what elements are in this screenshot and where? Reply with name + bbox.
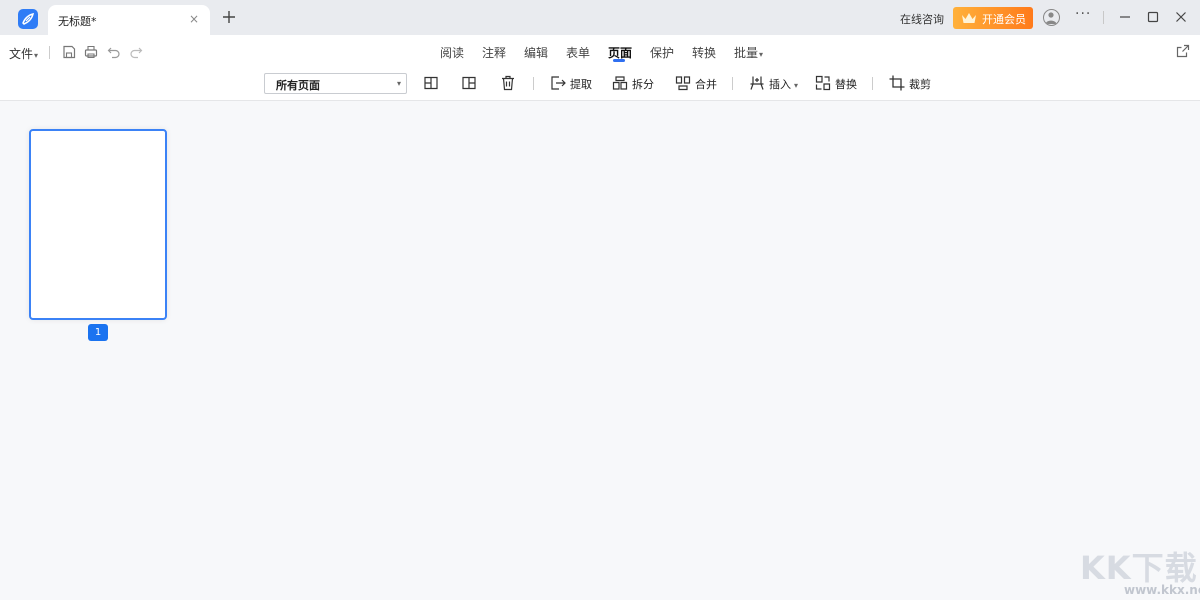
open-external-icon[interactable] xyxy=(1176,44,1190,58)
page-range-value: 所有页面 xyxy=(276,79,320,92)
replace-button[interactable]: 替换 xyxy=(814,74,858,92)
watermark-logo: KK下载 www.kkx.net xyxy=(1080,543,1200,599)
chevron-down-icon: ▾ xyxy=(34,51,39,60)
vip-label: 开通会员 xyxy=(982,13,1026,26)
insert-page-icon xyxy=(750,76,764,90)
close-window-icon[interactable] xyxy=(1173,9,1189,25)
file-menu-label: 文件 xyxy=(9,47,34,61)
extract-label: 提取 xyxy=(570,78,592,91)
tab-form[interactable]: 表单 xyxy=(566,44,590,61)
chevron-down-icon: ▾ xyxy=(794,81,799,90)
merge-button[interactable]: 合并 xyxy=(674,74,718,92)
page-range-select[interactable]: 所有页面 ▾ xyxy=(264,73,407,94)
page-number-badge: 1 xyxy=(88,324,108,341)
quick-access-divider xyxy=(49,46,50,59)
crop-icon xyxy=(889,75,905,91)
tab-title: 无标题* xyxy=(58,15,97,28)
toolbar-divider xyxy=(872,77,873,90)
split-button[interactable]: 拆分 xyxy=(611,74,655,92)
rotate-right-page-icon[interactable] xyxy=(460,74,478,92)
tab-read[interactable]: 阅读 xyxy=(440,44,464,61)
print-icon[interactable] xyxy=(83,44,99,60)
tab-edit[interactable]: 编辑 xyxy=(524,44,548,61)
split-label: 拆分 xyxy=(632,78,654,91)
close-tab-icon[interactable]: × xyxy=(187,12,201,26)
active-tab-indicator xyxy=(613,59,625,62)
extract-button[interactable]: 提取 xyxy=(549,74,593,92)
replace-label: 替换 xyxy=(835,78,857,91)
chevron-down-icon: ▾ xyxy=(396,79,401,88)
crown-icon xyxy=(962,13,976,23)
merge-icon xyxy=(675,76,691,91)
title-bar: 无标题* × 在线咨询 开通会员 ··· xyxy=(0,0,1200,35)
toolbar-divider xyxy=(732,77,733,90)
tab-annotate[interactable]: 注释 xyxy=(482,44,506,61)
delete-page-icon[interactable] xyxy=(499,74,517,92)
tab-batch[interactable]: 批量▾ xyxy=(734,44,763,61)
insert-text: 插入 xyxy=(769,78,791,91)
rotate-left-page-icon[interactable] xyxy=(422,74,440,92)
page-thumbnail[interactable] xyxy=(29,129,167,320)
minimize-icon[interactable] xyxy=(1117,9,1133,25)
insert-button[interactable]: 插入 ▾ xyxy=(748,74,802,92)
replace-icon xyxy=(815,75,831,91)
redo-icon[interactable] xyxy=(128,44,144,60)
user-avatar-icon[interactable] xyxy=(1043,9,1060,26)
toolbar-divider xyxy=(533,77,534,90)
tab-convert[interactable]: 转换 xyxy=(692,44,716,61)
ribbon: 文件▾ 阅读 注释 编辑 表单 页面 保护 转换 批量▾ 所有页面 ▾ 提取 拆… xyxy=(0,35,1200,101)
titlebar-divider xyxy=(1103,11,1104,24)
tab-protect[interactable]: 保护 xyxy=(650,44,674,61)
online-consult-link[interactable]: 在线咨询 xyxy=(900,11,944,27)
insert-label: 插入 ▾ xyxy=(769,76,798,92)
new-tab-icon[interactable] xyxy=(221,9,237,25)
save-icon[interactable] xyxy=(61,44,77,60)
chevron-down-icon: ▾ xyxy=(759,50,764,59)
tab-batch-label: 批量 xyxy=(734,46,759,60)
undo-icon[interactable] xyxy=(106,44,122,60)
file-menu[interactable]: 文件▾ xyxy=(9,45,38,62)
document-tab[interactable]: 无标题* × xyxy=(48,5,210,35)
app-logo-icon xyxy=(18,9,38,29)
vip-button[interactable]: 开通会员 xyxy=(953,7,1033,29)
page-canvas: 1 xyxy=(0,101,1200,600)
extract-icon xyxy=(551,76,566,90)
merge-label: 合并 xyxy=(695,78,717,91)
more-options-icon[interactable]: ··· xyxy=(1075,6,1093,26)
split-icon xyxy=(612,76,628,90)
watermark-url: www.kkx.net xyxy=(1124,583,1200,597)
maximize-icon[interactable] xyxy=(1145,9,1161,25)
crop-button[interactable]: 裁剪 xyxy=(888,74,932,92)
crop-label: 裁剪 xyxy=(909,78,931,91)
